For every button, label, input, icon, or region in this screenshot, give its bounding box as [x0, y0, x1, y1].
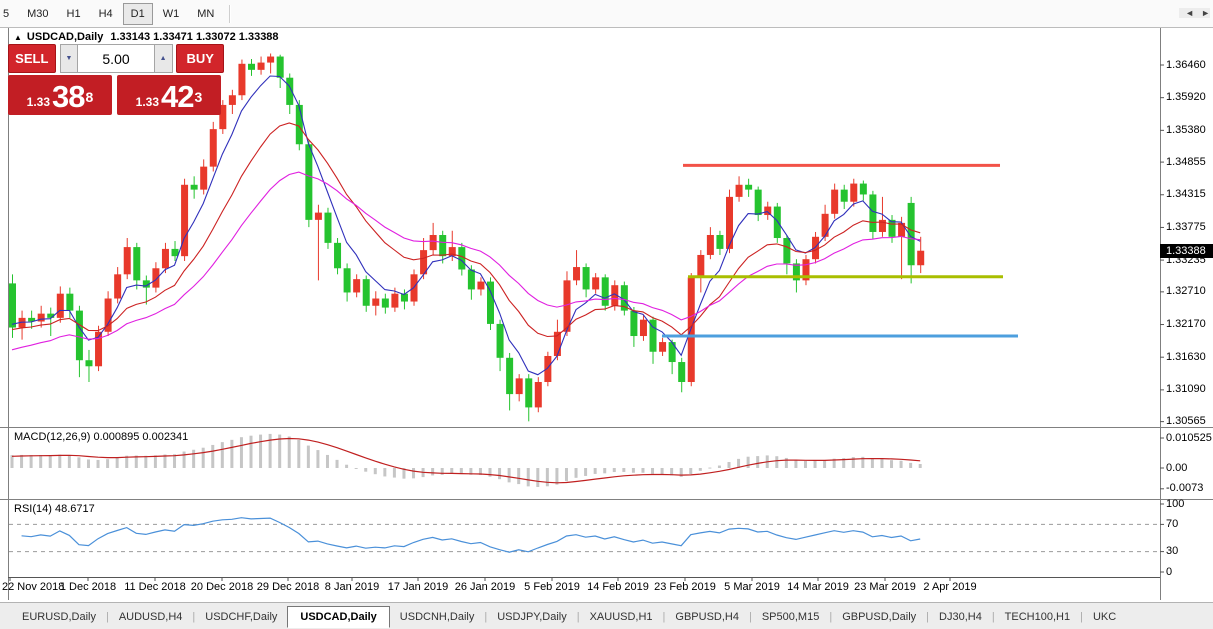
tab-scroll-arrows: ◄ ►	[1179, 8, 1210, 18]
date-axis-label: 11 Dec 2018	[124, 581, 186, 593]
rsi-axis-label: 0	[1166, 565, 1173, 578]
collapse-icon[interactable]: ▲	[14, 33, 22, 42]
rsi-axis-label: 70	[1166, 517, 1179, 530]
price-axis-label: 1.35920	[1166, 91, 1206, 104]
macd-label: MACD(12,26,9) 0.000895 0.002341	[14, 431, 189, 443]
date-axis-label: 14 Mar 2019	[787, 581, 849, 593]
buy-button[interactable]: BUY	[176, 44, 225, 73]
rsi-label: RSI(14) 48.6717	[14, 503, 95, 515]
price-axis-label: 1.34855	[1166, 155, 1206, 168]
bid-price-big: 38	[52, 79, 85, 114]
date-axis-label: 23 Feb 2019	[654, 581, 716, 593]
macd-axis-label: 0.00	[1166, 461, 1188, 474]
price-axis-label: 1.33775	[1166, 220, 1206, 233]
date-axis-label: 8 Jan 2019	[324, 581, 380, 593]
tab-scroll-left-icon[interactable]: ◄	[1185, 8, 1194, 18]
tab-scroll-right-icon[interactable]: ►	[1201, 8, 1210, 18]
price-axis-label: 1.32170	[1166, 318, 1206, 331]
date-axis-label: 5 Mar 2019	[724, 581, 780, 593]
rsi-axis-label: 100	[1166, 497, 1185, 510]
bid-price-sup: 8	[85, 89, 94, 105]
sell-button[interactable]: SELL	[8, 44, 56, 73]
date-axis-label: 2 Apr 2019	[923, 581, 977, 593]
price-axis-label: 1.34315	[1166, 188, 1206, 201]
date-axis-label: 22 Nov 2018	[2, 581, 65, 593]
macd-axis-label: -0.0073	[1166, 482, 1204, 495]
price-axis-label: 1.32710	[1166, 285, 1206, 298]
price-axis-label: 1.30565	[1166, 415, 1206, 428]
ask-price-panel[interactable]: 1.33 42 3	[117, 75, 221, 115]
current-price-tag: 1.33388	[1160, 244, 1213, 258]
date-axis-label: 26 Jan 2019	[454, 581, 516, 593]
date-axis-label: 29 Dec 2018	[256, 581, 320, 593]
bid-price-small: 1.33	[26, 95, 51, 109]
date-axis-label: 1 Dec 2018	[59, 581, 117, 593]
macd-axis-label: 0.010525	[1166, 431, 1212, 444]
volume-input[interactable]: 5.00	[78, 44, 154, 73]
price-axis-label: 1.35380	[1166, 123, 1206, 136]
ask-price-sup: 3	[194, 89, 203, 105]
date-axis-label: 5 Feb 2019	[524, 581, 580, 593]
volume-decrease-button[interactable]: ▼	[59, 44, 79, 73]
chart-title: ▲ USDCAD,Daily 1.33143 1.33471 1.33072 1.3…	[14, 31, 279, 43]
date-axis-label: 17 Jan 2019	[387, 581, 449, 593]
date-axis-label: 20 Dec 2018	[190, 581, 254, 593]
volume-increase-button[interactable]: ▲	[153, 44, 173, 73]
symbol-period-label: USDCAD,Daily	[26, 31, 104, 43]
mt4-terminal: 5 M30 H1 H4 D1 W1 MN ▲ USDCAD,Daily 1.33143 1.33…	[0, 0, 1213, 629]
price-axis-label: 1.31090	[1166, 383, 1206, 396]
price-axis-label: 1.36460	[1166, 58, 1206, 71]
rsi-axis-label: 30	[1166, 545, 1179, 558]
ohlc-values: 1.33143 1.33471 1.33072 1.33388	[110, 31, 279, 43]
price-axis-label: 1.31630	[1166, 350, 1206, 363]
ask-price-small: 1.33	[135, 95, 160, 109]
one-click-trade-panel: SELL ▼ 5.00 ▲ BUY 1.33 38 8 1.33 42 3	[8, 44, 225, 115]
bid-price-panel[interactable]: 1.33 38 8	[8, 75, 112, 115]
date-axis-label: 23 Mar 2019	[854, 581, 916, 593]
ask-price-big: 42	[161, 79, 194, 114]
date-axis-label: 14 Feb 2019	[587, 581, 649, 593]
